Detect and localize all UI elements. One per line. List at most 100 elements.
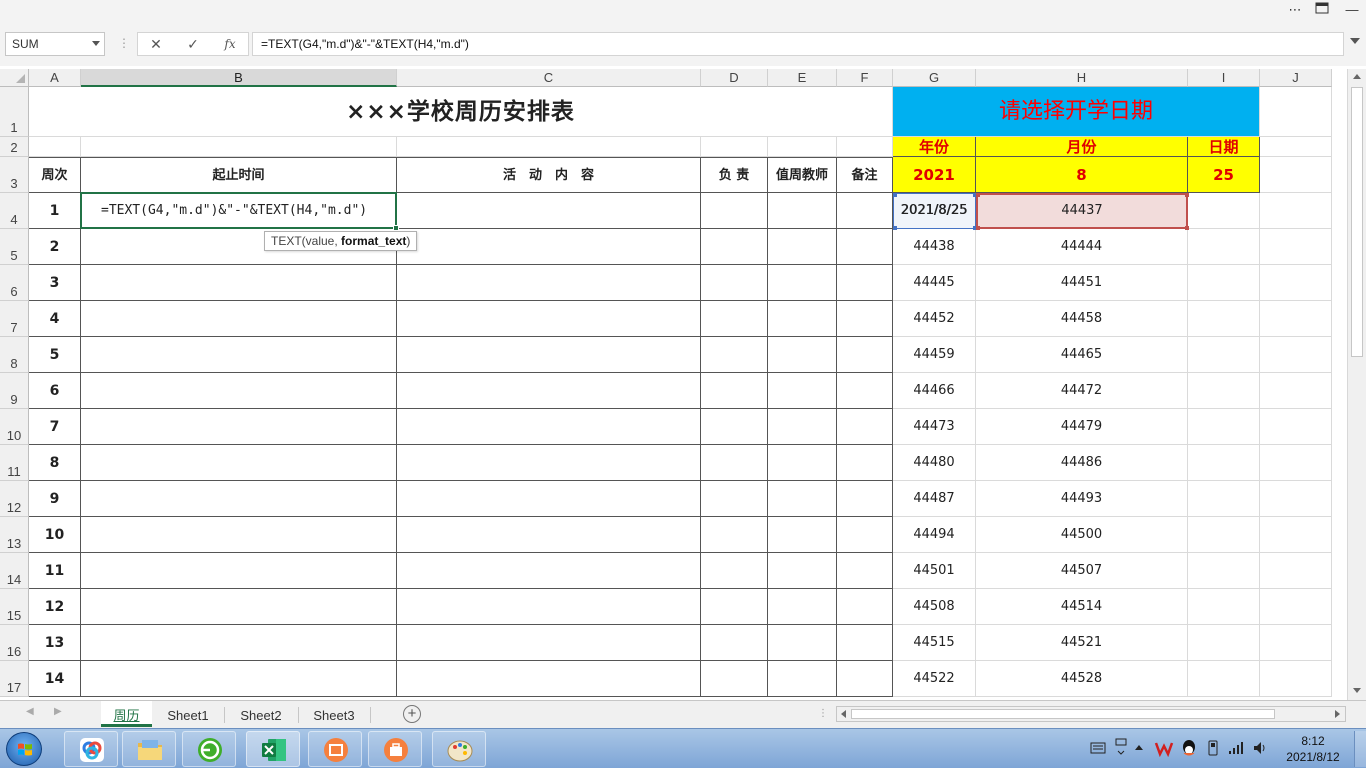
schedule-cell[interactable]: [397, 373, 701, 409]
schedule-cell[interactable]: [701, 373, 768, 409]
header-duty-teacher[interactable]: 值周教师: [768, 157, 837, 193]
column-header-j[interactable]: J: [1260, 69, 1332, 87]
column-header-g[interactable]: G: [893, 69, 976, 87]
day-label[interactable]: 日期: [1188, 137, 1260, 157]
schedule-cell[interactable]: [81, 553, 397, 589]
schedule-cell[interactable]: [397, 661, 701, 697]
week-number[interactable]: 8: [29, 445, 81, 481]
taskbar-baidu-netdisk[interactable]: [64, 731, 118, 767]
schedule-cell[interactable]: [397, 625, 701, 661]
schedule-cell[interactable]: [81, 265, 397, 301]
year-value[interactable]: 2021: [893, 157, 976, 193]
schedule-cell[interactable]: [81, 661, 397, 697]
schedule-cell[interactable]: [701, 409, 768, 445]
grid-cell[interactable]: [1188, 265, 1260, 301]
vertical-scroll-thumb[interactable]: [1351, 87, 1363, 357]
h4-value[interactable]: 44437: [976, 193, 1188, 229]
taskbar-toolbox-app[interactable]: [368, 731, 422, 767]
add-sheet-button[interactable]: +: [403, 705, 421, 723]
grid-cell[interactable]: [768, 137, 837, 157]
day-value[interactable]: 25: [1188, 157, 1260, 193]
restore-ribbon-icon[interactable]: [1308, 2, 1336, 20]
minimize-icon[interactable]: —: [1338, 2, 1366, 20]
schedule-cell[interactable]: [768, 409, 837, 445]
row-header-10[interactable]: 10: [0, 409, 29, 445]
schedule-cell[interactable]: [81, 409, 397, 445]
grid-cell[interactable]: [1260, 229, 1332, 265]
week-start-date[interactable]: 44508: [893, 589, 976, 625]
schedule-cell[interactable]: [701, 661, 768, 697]
scroll-left-icon[interactable]: [841, 710, 846, 718]
schedule-cell[interactable]: [81, 445, 397, 481]
row-header-7[interactable]: 7: [0, 301, 29, 337]
taskbar-browser[interactable]: [182, 731, 236, 767]
schedule-cell[interactable]: [768, 373, 837, 409]
week-end-date[interactable]: 44528: [976, 661, 1188, 697]
name-box-dropdown-icon[interactable]: [92, 41, 100, 46]
cancel-icon[interactable]: ✕: [138, 33, 174, 55]
grid-cell[interactable]: [1188, 409, 1260, 445]
function-argument-tooltip[interactable]: TEXT(value, format_text): [264, 231, 418, 251]
usb-device-icon[interactable]: [1206, 740, 1220, 756]
expand-formula-bar-icon[interactable]: [1350, 38, 1360, 44]
tab-sheet3[interactable]: Sheet3: [302, 701, 366, 727]
row-header-17[interactable]: 17: [0, 661, 29, 697]
schedule-cell[interactable]: [397, 517, 701, 553]
grid-cell[interactable]: [81, 137, 397, 157]
row-header-5[interactable]: 5: [0, 229, 29, 265]
schedule-cell[interactable]: [837, 229, 893, 265]
schedule-cell[interactable]: [701, 337, 768, 373]
grid-cell[interactable]: [1260, 193, 1332, 229]
grid-cell[interactable]: [1260, 373, 1332, 409]
column-header-b[interactable]: B: [81, 69, 397, 87]
schedule-cell[interactable]: [701, 481, 768, 517]
column-header-i[interactable]: I: [1188, 69, 1260, 87]
grid-cell[interactable]: [1188, 553, 1260, 589]
week-end-date[interactable]: 44493: [976, 481, 1188, 517]
week-start-date[interactable]: 44487: [893, 481, 976, 517]
schedule-cell[interactable]: [701, 445, 768, 481]
scroll-right-icon[interactable]: [1335, 710, 1340, 718]
schedule-cell[interactable]: [768, 589, 837, 625]
insert-function-icon[interactable]: fx: [212, 33, 248, 55]
scroll-up-icon[interactable]: [1353, 74, 1361, 79]
grid-cell[interactable]: [1188, 481, 1260, 517]
week-end-date[interactable]: 44521: [976, 625, 1188, 661]
schedule-cell[interactable]: [81, 517, 397, 553]
schedule-cell[interactable]: [701, 301, 768, 337]
header-remark[interactable]: 备注: [837, 157, 893, 193]
schedule-cell[interactable]: [768, 229, 837, 265]
schedule-cell[interactable]: [837, 409, 893, 445]
week-number[interactable]: 10: [29, 517, 81, 553]
show-desktop-button[interactable]: [1354, 731, 1366, 767]
column-header-c[interactable]: C: [397, 69, 701, 87]
grid-cell[interactable]: [1260, 445, 1332, 481]
keyboard-icon[interactable]: [1090, 741, 1106, 755]
schedule-cell[interactable]: [397, 589, 701, 625]
schedule-cell[interactable]: [768, 661, 837, 697]
schedule-cell[interactable]: [768, 337, 837, 373]
row-header-16[interactable]: 16: [0, 625, 29, 661]
header-week[interactable]: 周次: [29, 157, 81, 193]
schedule-cell[interactable]: [701, 625, 768, 661]
grid-cell[interactable]: [1188, 229, 1260, 265]
week-end-date[interactable]: 44500: [976, 517, 1188, 553]
grid-cell[interactable]: [1188, 445, 1260, 481]
schedule-cell[interactable]: [701, 229, 768, 265]
schedule-cell[interactable]: [768, 193, 837, 229]
schedule-cell[interactable]: [837, 661, 893, 697]
schedule-cell[interactable]: [837, 301, 893, 337]
schedule-cell[interactable]: [768, 625, 837, 661]
week-end-date[interactable]: 44465: [976, 337, 1188, 373]
taskbar-file-explorer[interactable]: [122, 731, 176, 767]
week-start-date[interactable]: 44480: [893, 445, 976, 481]
grid-cell[interactable]: [1260, 661, 1332, 697]
week-end-date[interactable]: 44514: [976, 589, 1188, 625]
row-header-9[interactable]: 9: [0, 373, 29, 409]
schedule-cell[interactable]: [768, 481, 837, 517]
row-header-13[interactable]: 13: [0, 517, 29, 553]
column-header-e[interactable]: E: [768, 69, 837, 87]
schedule-cell[interactable]: [837, 625, 893, 661]
row-header-6[interactable]: 6: [0, 265, 29, 301]
schedule-cell[interactable]: [397, 445, 701, 481]
